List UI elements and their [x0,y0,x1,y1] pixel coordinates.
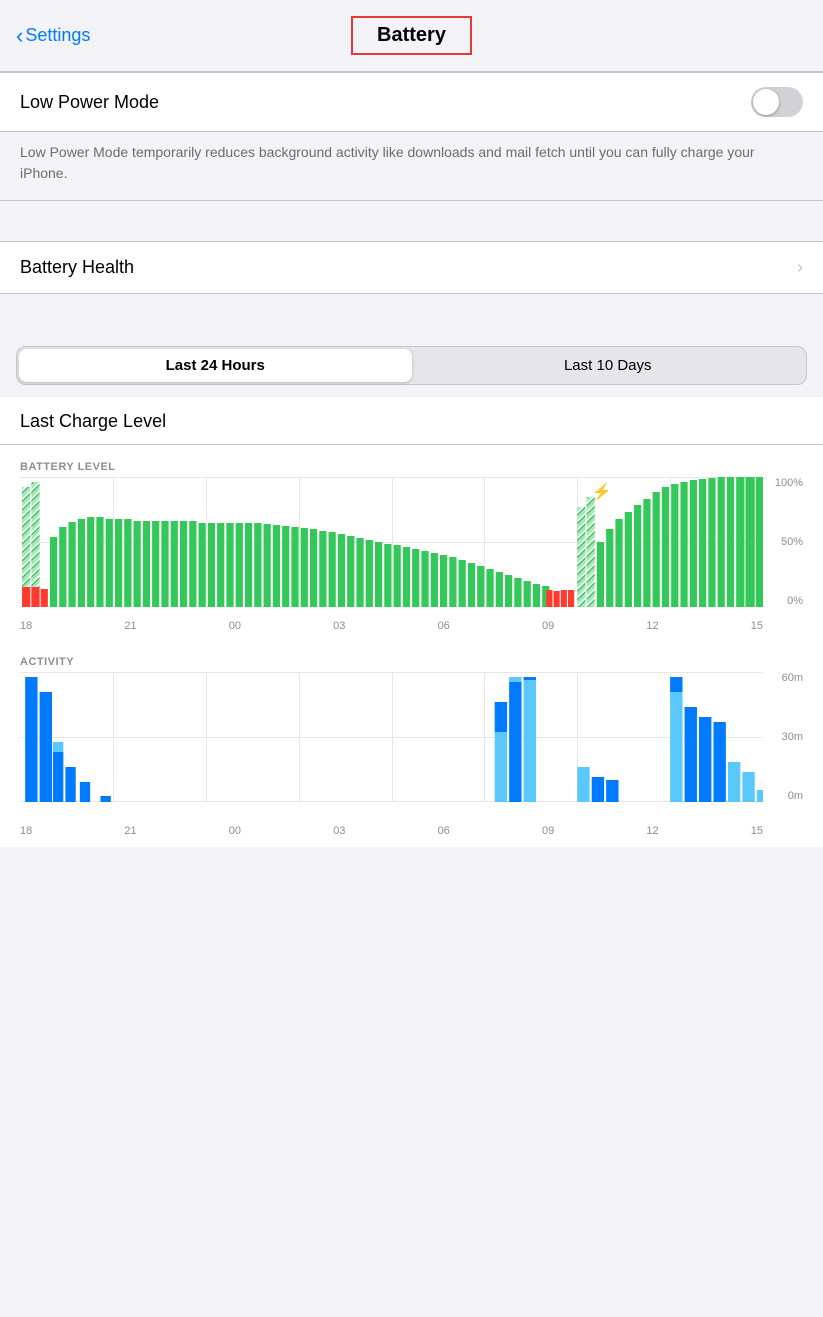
low-power-mode-description: Low Power Mode temporarily reduces backg… [0,132,823,201]
battery-health-label: Battery Health [20,257,134,278]
activity-x-18: 18 [20,825,32,837]
battery-x-09: 09 [542,620,554,632]
back-chevron-icon: ‹ [16,23,23,49]
battery-level-label: BATTERY LEVEL [0,453,823,477]
chart-gap [0,632,823,648]
segment-container: Last 24 Hours Last 10 Days [0,334,823,397]
activity-x-15: 15 [751,825,763,837]
activity-y-0m: 0m [788,790,803,802]
activity-x-09: 09 [542,825,554,837]
activity-y-labels: 60m 30m 0m [765,672,803,802]
battery-health-row[interactable]: Battery Health › [0,241,823,294]
activity-y-30m: 30m [782,731,803,743]
segment-last-10d[interactable]: Last 10 Days [412,349,805,382]
segment-last-24h[interactable]: Last 24 Hours [19,349,412,382]
activity-x-12: 12 [646,825,658,837]
segment-control: Last 24 Hours Last 10 Days [16,346,807,385]
activity-label: ACTIVITY [0,648,823,672]
battery-x-06: 06 [438,620,450,632]
battery-level-bars [20,477,763,607]
battery-x-labels: 18 21 00 03 06 09 12 15 [20,616,763,632]
lightning-icon: ⚡ [592,482,612,502]
activity-y-60m: 60m [782,672,803,684]
back-button[interactable]: ‹ Settings [16,23,90,49]
battery-x-21: 21 [124,620,136,632]
battery-y-labels: 100% 50% 0% [765,477,803,607]
last-charge-title: Last Charge Level [0,397,823,436]
page-title: Battery [377,24,446,46]
spacer-2 [0,294,823,314]
low-power-mode-label: Low Power Mode [20,92,159,113]
activity-bars [20,672,763,802]
back-label: Settings [25,25,90,46]
activity-x-21: 21 [124,825,136,837]
battery-x-18: 18 [20,620,32,632]
low-power-mode-toggle[interactable] [751,87,803,117]
battery-y-50: 50% [781,536,803,548]
activity-x-03: 03 [333,825,345,837]
battery-chart-wrapper: ⚡ [0,477,823,632]
header: ‹ Settings Battery [0,0,823,72]
activity-x-00: 00 [229,825,241,837]
battery-y-0: 0% [787,595,803,607]
title-box: Battery [351,16,472,55]
low-power-mode-desc-text: Low Power Mode temporarily reduces backg… [20,144,755,181]
toggle-knob [753,89,779,115]
battery-x-12: 12 [646,620,658,632]
charts-area: Last Charge Level BATTERY LEVEL [0,397,823,847]
spacer-1 [0,201,823,221]
battery-x-15: 15 [751,620,763,632]
low-power-mode-section: Low Power Mode [0,72,823,132]
battery-y-100: 100% [775,477,803,489]
activity-x-labels: 18 21 00 03 06 09 12 15 [20,821,763,837]
battery-x-03: 03 [333,620,345,632]
spacer-3 [0,314,823,334]
battery-health-chevron-icon: › [797,257,803,278]
activity-chart-wrapper: 60m 30m 0m 18 21 00 03 06 09 12 15 [0,672,823,837]
activity-x-06: 06 [438,825,450,837]
battery-x-00: 00 [229,620,241,632]
low-power-mode-row[interactable]: Low Power Mode [0,73,823,131]
chart-divider-1 [0,444,823,445]
